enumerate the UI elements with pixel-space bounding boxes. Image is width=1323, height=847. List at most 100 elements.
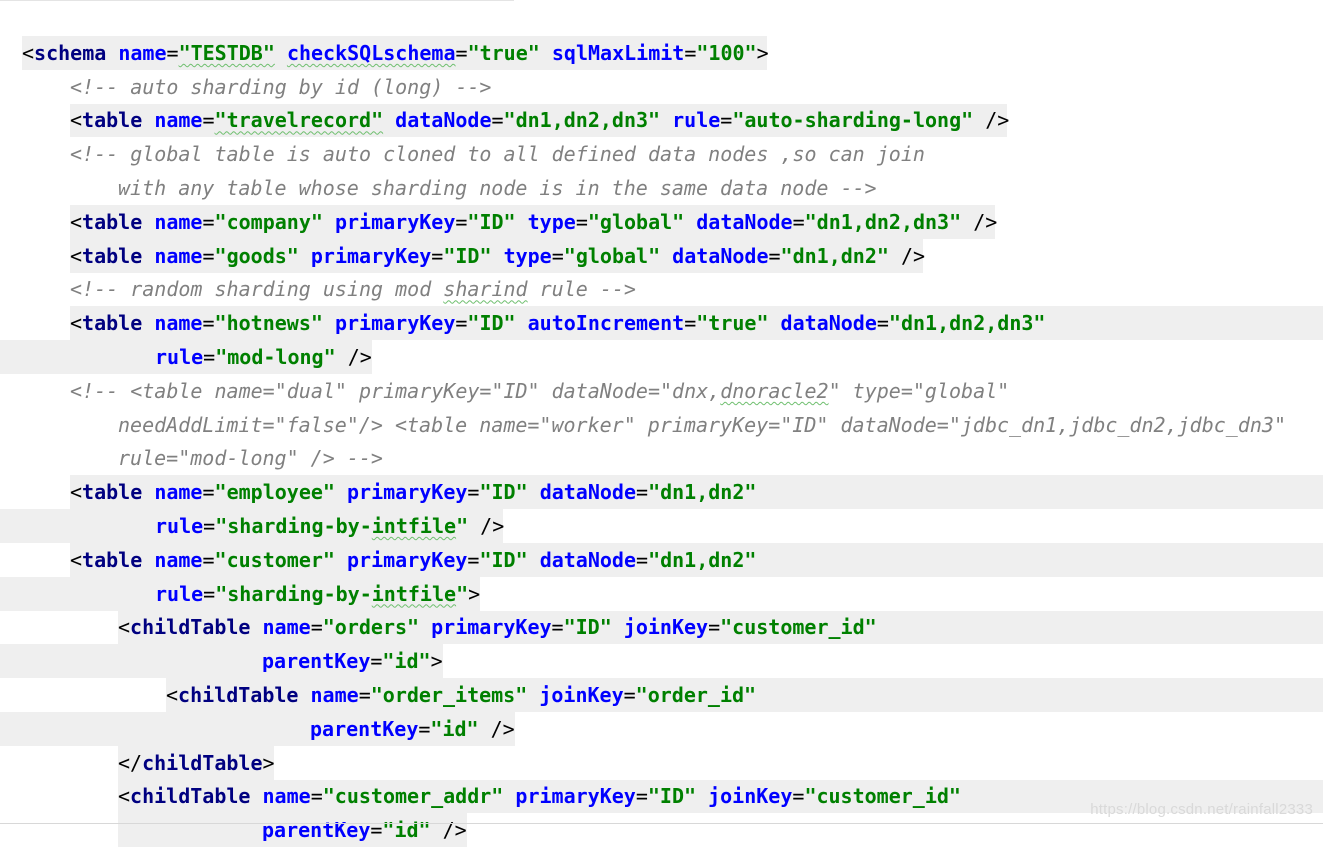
code-token: < (70, 547, 83, 572)
code-editor[interactable]: < schema name = "TESTDB" checkSQLschema = "tr… (0, 36, 1323, 847)
code-line[interactable]: < schema name = "TESTDB" checkSQLschema = "tr… (0, 36, 1323, 70)
code-token: " (456, 514, 469, 539)
code-text: rule = "sharding-by-intfile " > (155, 577, 480, 611)
code-line[interactable]: rule = "sharding-by-intfile " > (0, 576, 1323, 611)
code-token: "goods" (214, 243, 299, 268)
code-token: > (468, 581, 481, 606)
code-token: < (70, 108, 83, 133)
code-token: "auto-sharding-long" (732, 108, 974, 133)
code-token: /> (900, 243, 926, 268)
code-token: "ID" (467, 311, 516, 336)
code-token: = (792, 209, 805, 234)
code-token: "orders" (322, 615, 420, 640)
code-token: = (358, 683, 371, 708)
code-token: = (455, 209, 468, 234)
code-line[interactable]: rule = "sharding-by-intfile " /> (0, 509, 1323, 543)
code-line[interactable]: < childTable name = "orders" primaryKey = "ID… (0, 610, 1323, 645)
code-line[interactable]: < table name = "hotnews" primaryKey = "ID" au… (0, 306, 1323, 341)
code-token: intfile (371, 581, 457, 606)
code-token: </ (118, 750, 143, 775)
code-token: name (262, 615, 311, 640)
code-text: <!-- <table name="dual" primaryKey="ID" … (70, 374, 1009, 408)
code-line[interactable]: rule="mod-long" /> --> (0, 442, 1323, 476)
code-token: "customer_id" (804, 784, 961, 809)
code-token: "order_id" (635, 683, 757, 708)
code-token: childTable (178, 683, 299, 708)
code-token: = (202, 209, 215, 234)
code-token: <!-- auto sharding by id (long) --> (70, 74, 492, 99)
code-token: = (467, 547, 480, 572)
code-line[interactable]: <!-- global table is auto cloned to all … (0, 137, 1323, 171)
code-token: "hotnews" (214, 311, 323, 336)
code-token: = (467, 480, 480, 505)
code-token: "sharding-by- (215, 514, 372, 539)
code-line[interactable]: <!-- random sharding using mod sharind r… (0, 273, 1323, 307)
code-token: <!-- random sharding using mod (70, 277, 444, 302)
code-token: parentKey (310, 716, 419, 741)
watermark-text: https://blog.csdn.net/rainfall2333 (1090, 801, 1313, 818)
code-token: "dn1,dn2" (648, 480, 757, 505)
code-token: /> (442, 818, 467, 843)
code-token: "ID" (467, 209, 516, 234)
code-line[interactable]: with any table whose sharding node is in… (0, 171, 1323, 205)
code-token: /> (490, 716, 515, 741)
code-line[interactable]: rule = "mod-long" /> (0, 340, 1323, 374)
code-token: = (455, 40, 468, 65)
code-line[interactable]: < table name = "employee" primaryKey = "ID" d… (0, 475, 1323, 510)
code-token: table (82, 243, 143, 268)
code-token: "dn1,dn2,dn3" (804, 209, 962, 234)
code-token: "ID" (563, 615, 612, 640)
code-token: name (154, 108, 203, 133)
code-text: rule = "sharding-by-intfile " /> (155, 509, 504, 543)
code-token: "id" (382, 818, 431, 843)
code-line[interactable]: parentKey = "id" /> (0, 711, 1323, 746)
code-token: parentKey (262, 649, 371, 674)
code-line[interactable]: < table name = "goods" primaryKey = "ID" type… (0, 238, 1323, 273)
code-text: parentKey = "id" /> (310, 712, 515, 746)
code-token: name (154, 480, 203, 505)
code-line[interactable]: </childTable > (0, 745, 1323, 780)
code-token: = (202, 480, 215, 505)
code-token: name (154, 311, 203, 336)
code-line[interactable]: needAddLimit="false"/> <table name="work… (0, 408, 1323, 442)
code-text: < table name = "travelrecord" dataNode = "dn1… (70, 104, 1009, 138)
code-token: = (720, 108, 733, 133)
code-text: <!-- auto sharding by id (long) --> (70, 70, 491, 104)
code-token: = (684, 40, 697, 65)
code-token: "true" (467, 40, 540, 65)
code-line[interactable]: < childTable name = "order_items" joinKey = "… (0, 678, 1323, 712)
code-token: = (203, 514, 216, 539)
code-line[interactable]: <!-- auto sharding by id (long) --> (0, 70, 1323, 104)
code-line[interactable]: < table name = "travelrecord" dataNode = "dn1… (0, 103, 1323, 138)
bottom-divider (0, 823, 1323, 824)
code-token: table (82, 108, 143, 133)
code-line[interactable]: parentKey = "id" /> (0, 813, 1323, 847)
code-token: childTable (130, 784, 251, 809)
code-text: < childTable name = "customer_addr" primary… (118, 780, 961, 814)
code-line[interactable]: < table name = "company" primaryKey = "ID" ty… (0, 204, 1323, 239)
code-line[interactable]: < table name = "customer" primaryKey = "ID" d… (0, 542, 1323, 577)
code-token: "company" (214, 209, 323, 234)
code-line[interactable]: <!-- <table name="dual" primaryKey="ID" … (0, 374, 1323, 408)
code-text: rule = "mod-long" /> (155, 340, 372, 374)
code-text: < table name = "company" primaryKey = "ID" ty… (70, 205, 997, 239)
code-token: sqlMaxLimit (551, 40, 685, 65)
code-token: " type="global" (828, 378, 1010, 403)
code-token: = (792, 784, 805, 809)
code-token: "TESTDB" (178, 40, 275, 65)
code-token: = (636, 547, 649, 572)
code-line[interactable]: parentKey = "id" > (0, 644, 1323, 679)
